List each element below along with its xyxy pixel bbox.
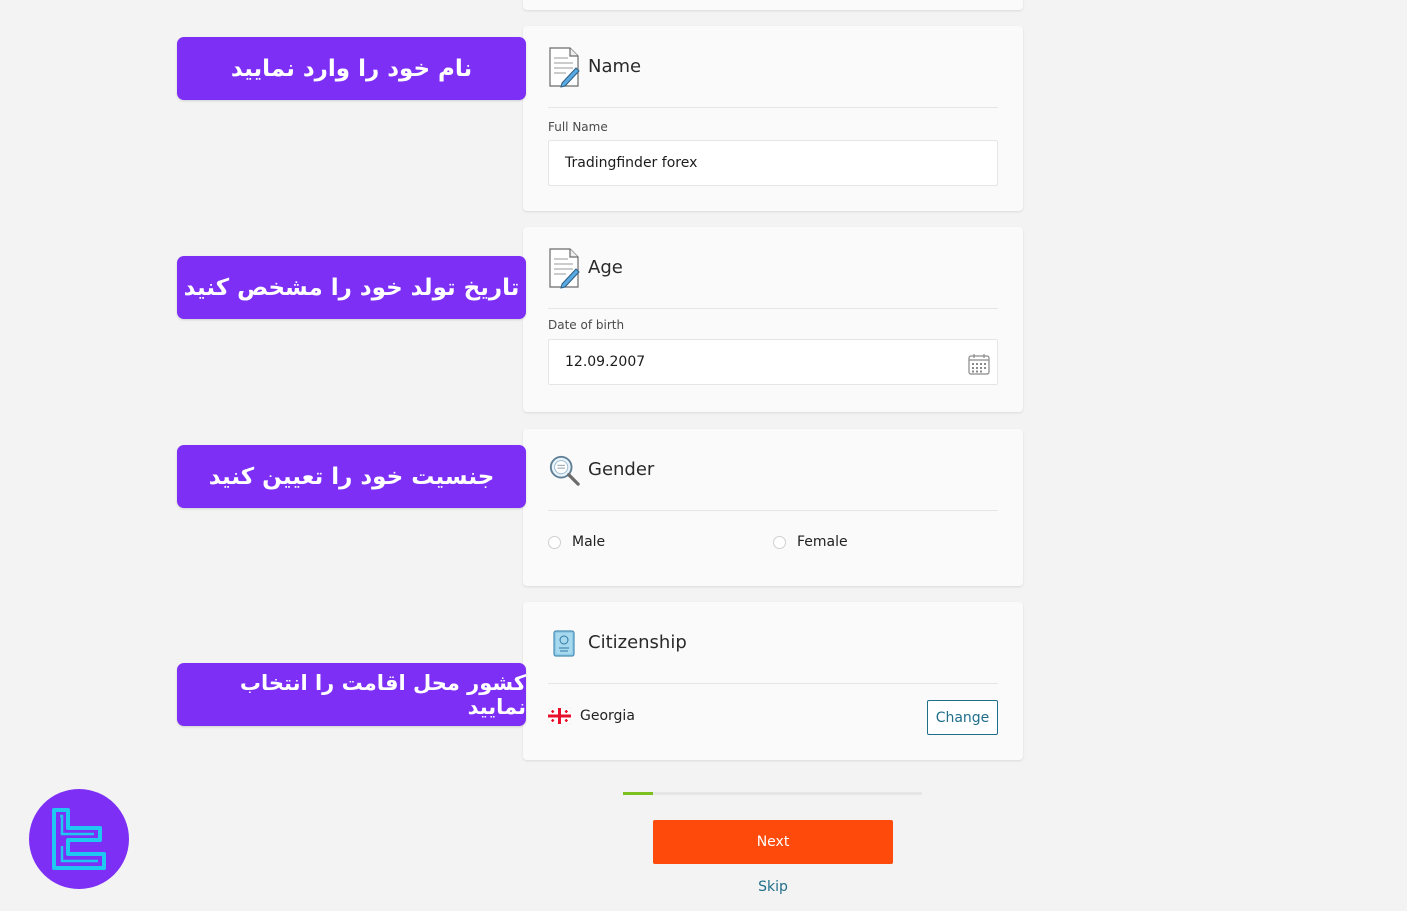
logo-mark-icon — [52, 808, 106, 870]
female-radio[interactable] — [773, 535, 786, 549]
gender-card: Gender Male Female — [523, 429, 1023, 586]
instruction-banner-name: نام خود را وارد نمایید — [177, 37, 526, 100]
progress-bar — [623, 792, 922, 795]
citizenship-card-header: Citizenship — [548, 602, 998, 684]
name-card-header: Name — [548, 26, 998, 108]
full-name-input[interactable]: Tradingfinder forex — [548, 140, 998, 186]
change-country-button[interactable]: Change — [927, 700, 998, 735]
full-name-value: Tradingfinder forex — [565, 155, 698, 171]
age-card-header: Age — [548, 227, 998, 309]
tradingfinder-logo — [29, 789, 129, 889]
skip-link[interactable]: Skip — [653, 879, 893, 895]
progress-bar-fill — [623, 792, 653, 795]
male-radio[interactable] — [548, 535, 561, 549]
gender-card-header: Gender — [548, 429, 998, 511]
citizenship-card: Citizenship Georgia Change — [523, 602, 1023, 760]
date-of-birth-input[interactable]: 12.09.2007 — [548, 339, 998, 385]
name-card-title: Name — [588, 56, 642, 77]
calendar-icon[interactable] — [968, 353, 990, 379]
document-pencil-icon — [548, 46, 580, 88]
selected-country: Georgia — [547, 707, 635, 725]
gender-option-female[interactable]: Female — [773, 534, 848, 550]
next-button[interactable]: Next — [653, 820, 893, 864]
date-of-birth-label: Date of birth — [548, 318, 625, 332]
instruction-banner-gender: جنسیت خود را تعیین کنید — [177, 445, 526, 508]
age-card-title: Age — [588, 257, 623, 278]
passport-icon — [548, 622, 580, 664]
magnifier-icon — [548, 449, 580, 491]
full-name-label: Full Name — [548, 120, 608, 134]
female-label: Female — [797, 534, 848, 550]
date-of-birth-value: 12.09.2007 — [565, 354, 646, 370]
gender-card-title: Gender — [588, 459, 655, 480]
male-label: Male — [572, 534, 606, 550]
age-card: Age Date of birth 12.09.2007 — [523, 227, 1023, 412]
document-pencil-icon — [548, 247, 580, 289]
citizenship-card-title: Citizenship — [588, 632, 687, 653]
instruction-banner-country: کشور محل اقامت را انتخاب نمایید — [177, 663, 526, 726]
instruction-banner-birthdate: تاریخ تولد خود را مشخص کنید — [177, 256, 526, 319]
name-card: Name Full Name Tradingfinder forex — [523, 26, 1023, 211]
georgia-flag-icon — [547, 707, 572, 725]
country-name: Georgia — [580, 708, 635, 724]
gender-option-male[interactable]: Male — [548, 534, 605, 550]
previous-card-edge — [523, 0, 1023, 10]
